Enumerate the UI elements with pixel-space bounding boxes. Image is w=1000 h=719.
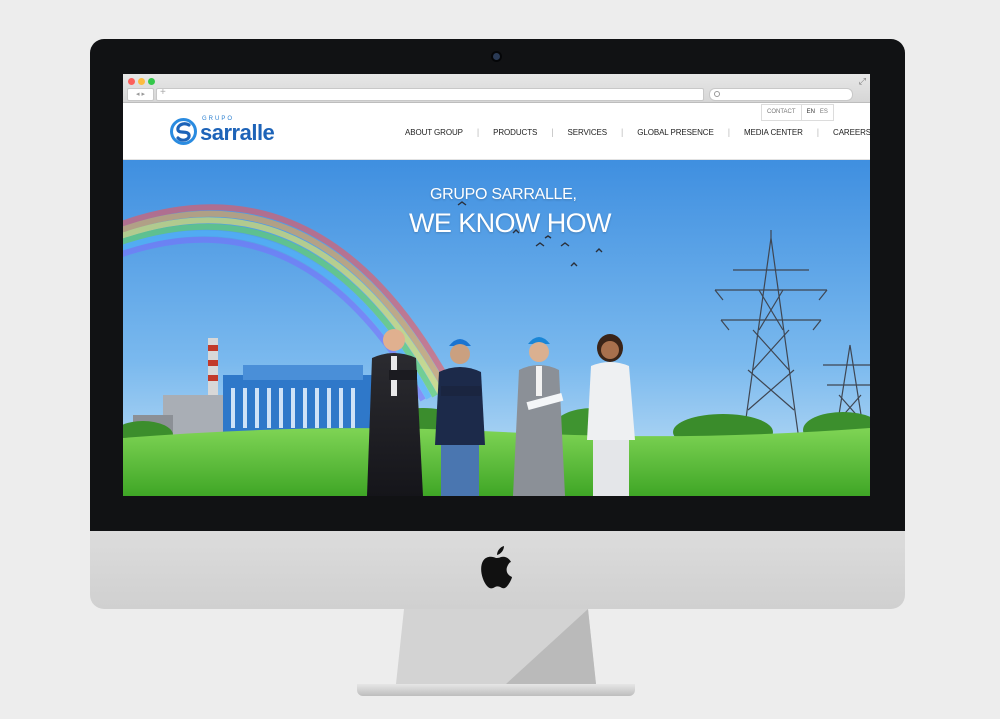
new-tab-icon[interactable]: + [160, 87, 166, 98]
grass-field [123, 428, 870, 496]
fullscreen-icon[interactable]: ⤢ [859, 76, 866, 87]
sarralle-logo[interactable]: GRUPO sarralle [170, 116, 300, 148]
address-bar[interactable]: + [156, 87, 704, 101]
close-window-button[interactable] [128, 78, 135, 85]
site-header: GRUPO sarralle CONTACT EN ES ABOUT GROUP… [123, 103, 870, 160]
nav-divider: | [476, 127, 480, 137]
camera-icon [493, 53, 500, 60]
search-icon [714, 91, 720, 97]
back-forward-buttons[interactable]: ◂ ▸ [127, 88, 154, 101]
nav-about-group[interactable]: ABOUT GROUP [405, 128, 463, 137]
monitor-stand [396, 609, 596, 684]
contact-link[interactable]: CONTACT [762, 105, 802, 120]
hero-banner: GRUPO SARRALLE, WE KNOW HOW [123, 160, 870, 496]
main-navigation: ABOUT GROUP | PRODUCTS | SERVICES | GLOB… [405, 127, 870, 137]
zoom-window-button[interactable] [148, 78, 155, 85]
browser-window: ⤢ ◂ ▸ + GRUPO sarralle CONTACT EN ES ABO… [123, 74, 870, 496]
nav-divider: | [551, 127, 554, 137]
nav-media-center[interactable]: MEDIA CENTER [744, 128, 803, 137]
language-en-link[interactable]: EN [802, 105, 820, 120]
logo-swirl-icon [170, 118, 197, 145]
hero-title-line1: GRUPO SARRALLE, [430, 186, 577, 203]
browser-search-input[interactable] [709, 88, 853, 101]
nav-divider: | [620, 127, 624, 137]
minimize-window-button[interactable] [138, 78, 145, 85]
nav-services[interactable]: SERVICES [567, 128, 607, 137]
monitor-stand-base [357, 684, 635, 696]
nav-careers[interactable]: CAREERS [833, 128, 870, 137]
nav-divider: | [727, 127, 730, 137]
apple-logo-icon [481, 546, 512, 589]
nav-global-presence[interactable]: GLOBAL PRESENCE [637, 128, 714, 137]
logo-name: sarralle [200, 120, 275, 145]
language-es-link[interactable]: ES [820, 105, 833, 120]
hero-title-line2: WE KNOW HOW [409, 208, 611, 238]
browser-toolbar: ⤢ ◂ ▸ + [123, 74, 870, 103]
nav-divider: | [816, 127, 820, 137]
nav-products[interactable]: PRODUCTS [493, 128, 537, 137]
utility-links: CONTACT EN ES [761, 104, 834, 121]
